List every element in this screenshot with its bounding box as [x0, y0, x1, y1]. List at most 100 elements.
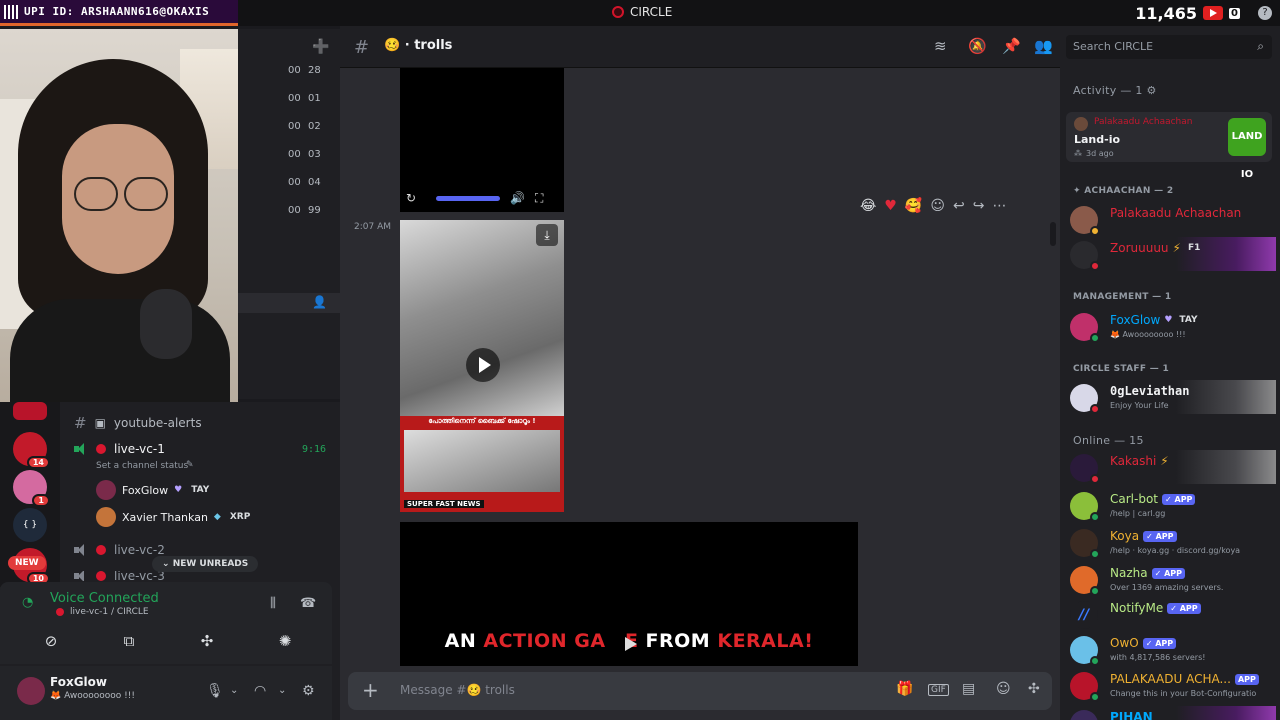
screen-share-button[interactable]: ⧉ — [96, 626, 162, 656]
member-item[interactable]: Palakaadu Achaachan — [1066, 202, 1276, 236]
server-icon[interactable]: 14 — [13, 432, 50, 469]
new-pill[interactable]: NEW — [8, 556, 46, 570]
gift-icon[interactable]: 🎁 — [896, 681, 913, 697]
message-input[interactable]: + Message #🥴 trolls 🎁 GIF ▤ ☺ ✣ — [348, 672, 1052, 710]
member-item[interactable]: 0gLeviathan Enjoy Your Life — [1066, 380, 1276, 414]
headphones-icon[interactable]: ◠ — [254, 683, 266, 699]
disconnect-icon[interactable]: ☎ — [300, 596, 316, 611]
vc-user[interactable]: Xavier Thankan ◆ XRP — [96, 507, 253, 527]
emoji-icon[interactable]: ☺ — [996, 681, 1011, 697]
replay-icon[interactable]: ↻ — [406, 191, 416, 205]
signal-icon[interactable]: ◔ — [22, 595, 33, 610]
mute-bell-icon[interactable]: 🔕 — [968, 37, 987, 55]
diamond-icon: ◆ — [213, 512, 221, 522]
pin-icon[interactable]: 📌 — [1002, 37, 1021, 55]
member-item[interactable]: PALAKAADU ACHA... APP Change this in your… — [1066, 668, 1276, 702]
help-icon[interactable]: ? — [1258, 6, 1272, 20]
member-item[interactable]: PIHAN — [1066, 706, 1276, 720]
sticker-icon[interactable]: ▤ — [962, 681, 975, 697]
member-list-icon[interactable]: 👥 — [1034, 37, 1053, 55]
video-attachment[interactable]: പോത്തിനെന്ന് ബൈക്ക് ഷോറൂം ! SUPER FAST N… — [400, 220, 564, 512]
camera-off-button[interactable]: ⊘ — [18, 626, 84, 656]
server-icon[interactable] — [13, 402, 47, 420]
member-name-text: Kakashi — [1110, 454, 1157, 468]
member-item[interactable]: Carl-bot ✓ APP /help | carl.gg — [1066, 488, 1276, 522]
scrollbar[interactable] — [1050, 222, 1056, 246]
threads-icon[interactable]: ≋ — [934, 37, 947, 55]
member-tag: F1 — [1187, 243, 1201, 253]
member-item[interactable]: Kakashi ⚡ — [1066, 450, 1276, 484]
user-name[interactable]: FoxGlow — [50, 675, 107, 689]
search-input[interactable]: Search CIRCLE ⌕ — [1066, 35, 1272, 59]
set-status-link[interactable]: Set a channel status — [96, 461, 188, 471]
server-icon[interactable]: { } — [13, 508, 47, 542]
counter-b: 99 — [308, 205, 321, 216]
download-icon[interactable]: ⤓ — [536, 224, 558, 246]
add-reaction-icon[interactable]: ☺ — [930, 198, 945, 214]
mic-icon[interactable]: 🎙 — [206, 683, 224, 699]
member-item[interactable]: Nazha ✓ APP Over 1369 amazing servers. — [1066, 562, 1276, 596]
activities-button[interactable]: ✣ — [174, 626, 240, 656]
app-badge-text: APP — [1155, 638, 1174, 648]
server-icon[interactable]: 1 — [13, 470, 50, 507]
channel-live-vc-2[interactable]: live-vc-2 — [74, 543, 165, 557]
channel-live-vc-1[interactable]: live-vc-1 — [74, 442, 165, 456]
settings-gear-icon[interactable]: ⚙ — [302, 683, 315, 699]
channel-live-vc-3[interactable]: live-vc-3 — [74, 571, 165, 581]
section-label: Online — 15 — [1073, 434, 1144, 447]
gif-icon[interactable]: GIF — [928, 684, 949, 696]
search-placeholder: Search CIRCLE — [1073, 40, 1154, 53]
video-attachment[interactable]: ↻ 🔊 ⛶ — [400, 68, 564, 212]
volume-icon[interactable]: 🔊 — [510, 191, 525, 205]
caption-part: ACTION GA — [483, 630, 606, 652]
vc-user[interactable]: FoxGlow ♥ TAY — [96, 480, 212, 500]
member-item[interactable]: Zoruuuuu ⚡ F1 — [1066, 237, 1276, 271]
play-icon[interactable] — [466, 348, 500, 382]
qr-icon — [4, 4, 18, 19]
play-icon[interactable] — [620, 634, 640, 654]
voice-connected-panel: ◔ Voice Connected live-vc-1 / CIRCLE ⫼ ☎… — [0, 582, 332, 664]
user-avatar[interactable] — [17, 677, 45, 705]
more-icon[interactable]: ⋯ — [992, 198, 1006, 214]
apps-icon[interactable]: ✣ — [1028, 681, 1040, 697]
app-badge: APP — [1234, 673, 1259, 685]
member-item[interactable]: FoxGlow ♥ TAY 🦊 Awoooooooo !!! — [1066, 309, 1276, 343]
reply-icon[interactable]: ↩ — [953, 198, 965, 214]
member-name: Nazha ✓ APP — [1110, 566, 1186, 580]
pencil-icon[interactable]: ✎ — [186, 460, 194, 470]
forward-icon[interactable]: ↪ — [973, 198, 985, 214]
fullscreen-icon[interactable]: ⛶ — [535, 191, 543, 206]
channel-header: # 🥴 · trolls ≋ 🔕 📌 👥 — [340, 26, 1060, 68]
channel-youtube-alerts[interactable]: # ▣ youtube-alerts — [74, 414, 202, 432]
activity-user: Palakaadu Achaachan — [1094, 117, 1193, 127]
glasses-right — [124, 177, 168, 211]
gear-icon[interactable]: ⚙ — [1147, 84, 1157, 97]
love-emoji-icon[interactable]: 🥰 — [905, 198, 922, 214]
new-unreads-button[interactable]: ⌄ NEW UNREADS — [152, 556, 259, 572]
news-banner: പോത്തിനെന്ന് ബൈക്ക് ഷോറൂം ! SUPER FAST N… — [400, 416, 564, 512]
activity-card[interactable]: Palakaadu Achaachan Land-io ⁂ 3d ago LAN… — [1066, 112, 1272, 180]
app-badge: ✓ APP — [1167, 602, 1201, 614]
laugh-emoji-icon[interactable]: 😂 — [860, 198, 876, 214]
noise-suppression-icon[interactable]: ⫼ — [270, 596, 276, 611]
video-frame — [400, 220, 564, 416]
channel-counter: 00 28 — [288, 65, 322, 76]
chevron-down-icon[interactable]: ⌄ — [278, 685, 286, 696]
volume-bar[interactable] — [436, 195, 501, 201]
add-member-icon[interactable]: ➕ — [312, 39, 329, 55]
chevron-down-icon[interactable]: ⌄ — [230, 685, 238, 696]
member-item[interactable]: OwO ✓ APP with 4,817,586 servers! — [1066, 632, 1276, 666]
member-item[interactable]: // NotifyMe ✓ APP — [1066, 597, 1276, 631]
attach-plus-icon[interactable]: + — [362, 678, 379, 702]
app-window: CIRCLE UPI ID: ARSHAANN616@OKAXIS 11,465… — [0, 0, 1280, 720]
heart-emoji-icon[interactable]: ♥ — [884, 198, 897, 214]
member-item[interactable]: Koya ✓ APP /help · koya.gg · discord.gg/k… — [1066, 525, 1276, 559]
member-status: /help | carl.gg — [1110, 509, 1166, 518]
member-name: PIHAN — [1110, 710, 1153, 720]
invite-icon[interactable]: 👤 — [312, 295, 327, 309]
soundboard-button[interactable]: ✺ — [252, 626, 318, 656]
section-staff: CIRCLE STAFF — 1 — [1073, 364, 1169, 374]
video-attachment[interactable]: AN ACTION GAME FROM KERALA! — [400, 522, 858, 666]
avatar — [1070, 241, 1100, 271]
activity-time: 3d ago — [1086, 149, 1114, 158]
